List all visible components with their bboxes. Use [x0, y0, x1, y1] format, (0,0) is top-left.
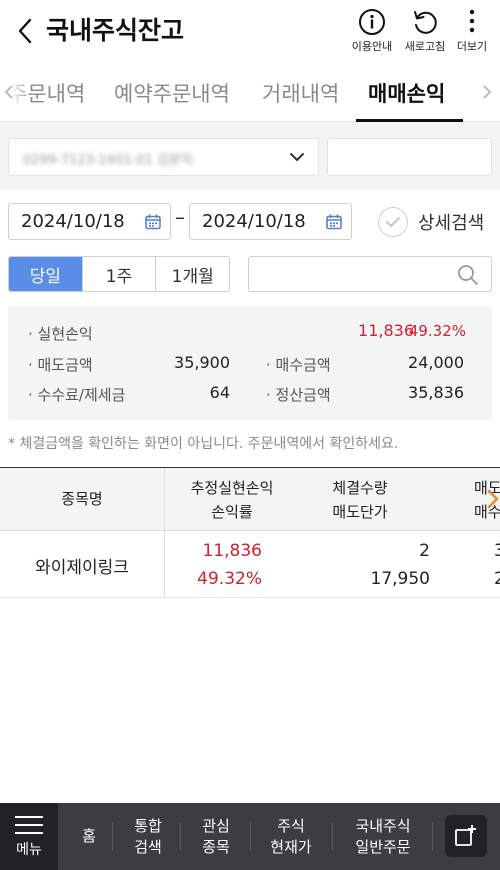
nav-home-label: 홈 [82, 827, 96, 845]
page-title: 국내주식잔고 [46, 16, 185, 45]
table-row[interactable]: 와이제이링크 11,836 49.32% 2 17,950 3 2 [0, 531, 500, 598]
bottom-nav: 메뉴 홈 통합 검색 관심 종목 주식 현재가 국내주식 일반주문 [0, 803, 500, 870]
period-toggle: 당일 1주 1개월 [8, 256, 230, 292]
settlement-amount-label: · 정산금액 [266, 386, 331, 404]
realized-pl-value: 11,836 [358, 321, 414, 340]
nav-stock-quote[interactable]: 주식 현재가 [258, 803, 324, 870]
period-1week-button[interactable]: 1주 [83, 257, 157, 291]
fee-tax-value: 64 [209, 383, 230, 402]
refresh-icon [414, 11, 437, 34]
back-button[interactable] [10, 14, 40, 48]
nav-domestic-order-line1: 국내주식 [355, 816, 411, 835]
menu-button[interactable]: 메뉴 [0, 803, 58, 870]
start-date-field[interactable]: 2024/10/18 [8, 203, 171, 240]
info-icon [359, 9, 385, 35]
nav-domestic-order-line2: 일반주문 [355, 837, 411, 856]
date-separator: – [175, 205, 185, 229]
end-date-field[interactable]: 2024/10/18 [189, 203, 352, 240]
account-password-input[interactable] [327, 138, 492, 176]
chevron-left-icon [18, 18, 32, 44]
add-shortcut-button[interactable] [445, 815, 487, 857]
nav-stock-quote-line2: 현재가 [270, 837, 312, 856]
nav-divider [180, 823, 181, 850]
more-icon [469, 9, 475, 33]
stock-search-input[interactable] [248, 256, 492, 292]
column-divider [164, 531, 165, 598]
tab-trading-pl[interactable]: 매매손익 [368, 78, 445, 108]
table-scroll-right-icon[interactable] [486, 488, 500, 510]
hamburger-icon [15, 815, 43, 834]
row-stock-name: 와이제이링크 [35, 558, 129, 578]
detail-search-label[interactable]: 상세검색 [418, 209, 484, 235]
help-label: 이용안내 [351, 40, 393, 53]
nav-integrated-search-line1: 통합 [134, 816, 162, 835]
buy-amount-label: · 매수금액 [266, 356, 331, 374]
row-exec-qty: 2 [419, 541, 430, 561]
notice-text: * 체결금액을 확인하는 화면이 아닙니다. 주문내역에서 확인하세요. [8, 436, 399, 452]
tab-reserved-orders[interactable]: 예약주문내역 [114, 78, 230, 108]
row-buy-partial: 2 [494, 569, 500, 589]
realized-pl-label: · 실현손익 [28, 325, 93, 343]
detail-search-checkbox[interactable] [378, 207, 408, 237]
end-date-value: 2024/10/18 [202, 211, 306, 232]
chevron-left-icon [4, 85, 13, 99]
search-icon[interactable] [457, 264, 479, 286]
tab-scroll-right-button[interactable] [482, 84, 492, 104]
start-date-value: 2024/10/18 [21, 211, 125, 232]
row-sell-partial: 3 [494, 541, 500, 561]
chevron-down-icon [290, 153, 304, 161]
table-header: 종목명 추정실현손익 손익률 체결수량 매도단가 매도 매수 [0, 467, 500, 532]
nav-watchlist-line2: 종목 [202, 837, 230, 856]
chevron-right-icon [483, 85, 492, 99]
help-button[interactable]: 이용안내 [344, 8, 400, 58]
nav-home[interactable]: 홈 [72, 803, 106, 870]
settlement-amount-value: 35,836 [408, 383, 464, 402]
nav-integrated-search-line2: 검색 [134, 837, 162, 856]
col-header-exec-qty: 체결수량 [332, 479, 388, 497]
period-1month-button[interactable]: 1개월 [156, 257, 229, 291]
nav-divider [432, 823, 433, 850]
account-bar: 0299-7123-1601-01 김문익 [0, 122, 500, 190]
nav-watchlist[interactable]: 관심 종목 [190, 803, 242, 870]
realized-pl-rate: 49.32% [408, 322, 466, 340]
add-window-icon [455, 825, 476, 846]
app-header: 국내주식잔고 이용안내 새로고침 더보기 [0, 0, 500, 62]
col-header-pl-rate: 손익률 [211, 503, 253, 521]
tab-scroll-left-button[interactable] [4, 84, 14, 104]
calendar-icon[interactable] [144, 213, 162, 231]
col-header-stock-name: 종목명 [61, 490, 103, 508]
account-select[interactable]: 0299-7123-1601-01 김문익 [8, 138, 319, 176]
nav-watchlist-line1: 관심 [202, 816, 230, 835]
pl-summary-panel: · 실현손익 11,836 49.32% · 매도금액 35,900 · 매수금… [8, 306, 492, 420]
tab-bar: 주문내역 예약주문내역 거래내역 매매손익 [0, 62, 500, 122]
period-today-button[interactable]: 당일 [9, 257, 83, 291]
refresh-label: 새로고침 [404, 40, 446, 53]
sell-amount-label: · 매도금액 [28, 356, 93, 374]
tab-transaction-history[interactable]: 거래내역 [262, 78, 339, 108]
col-header-sell-price: 매도단가 [332, 503, 388, 521]
row-est-pl: 11,836 [202, 541, 262, 561]
more-button[interactable]: 더보기 [444, 8, 500, 58]
buy-amount-value: 24,000 [408, 353, 464, 372]
calendar-icon[interactable] [325, 213, 343, 231]
nav-divider [332, 823, 333, 850]
account-number: 0299-7123-1601-01 김문익 [23, 153, 193, 168]
row-sell-price: 17,950 [370, 569, 430, 589]
nav-integrated-search[interactable]: 통합 검색 [122, 803, 174, 870]
col-header-est-pl: 추정실현손익 [190, 479, 274, 497]
more-label: 더보기 [456, 40, 488, 53]
nav-divider [112, 823, 113, 850]
nav-stock-quote-line1: 주식 [277, 816, 305, 835]
fee-tax-label: · 수수료/제세금 [28, 386, 126, 404]
sell-amount-value: 35,900 [174, 353, 230, 372]
row-pl-rate: 49.32% [197, 569, 262, 589]
nav-divider [250, 823, 251, 850]
nav-domestic-order[interactable]: 국내주식 일반주문 [340, 803, 426, 870]
menu-label: 메뉴 [16, 841, 42, 858]
check-icon [386, 217, 400, 227]
